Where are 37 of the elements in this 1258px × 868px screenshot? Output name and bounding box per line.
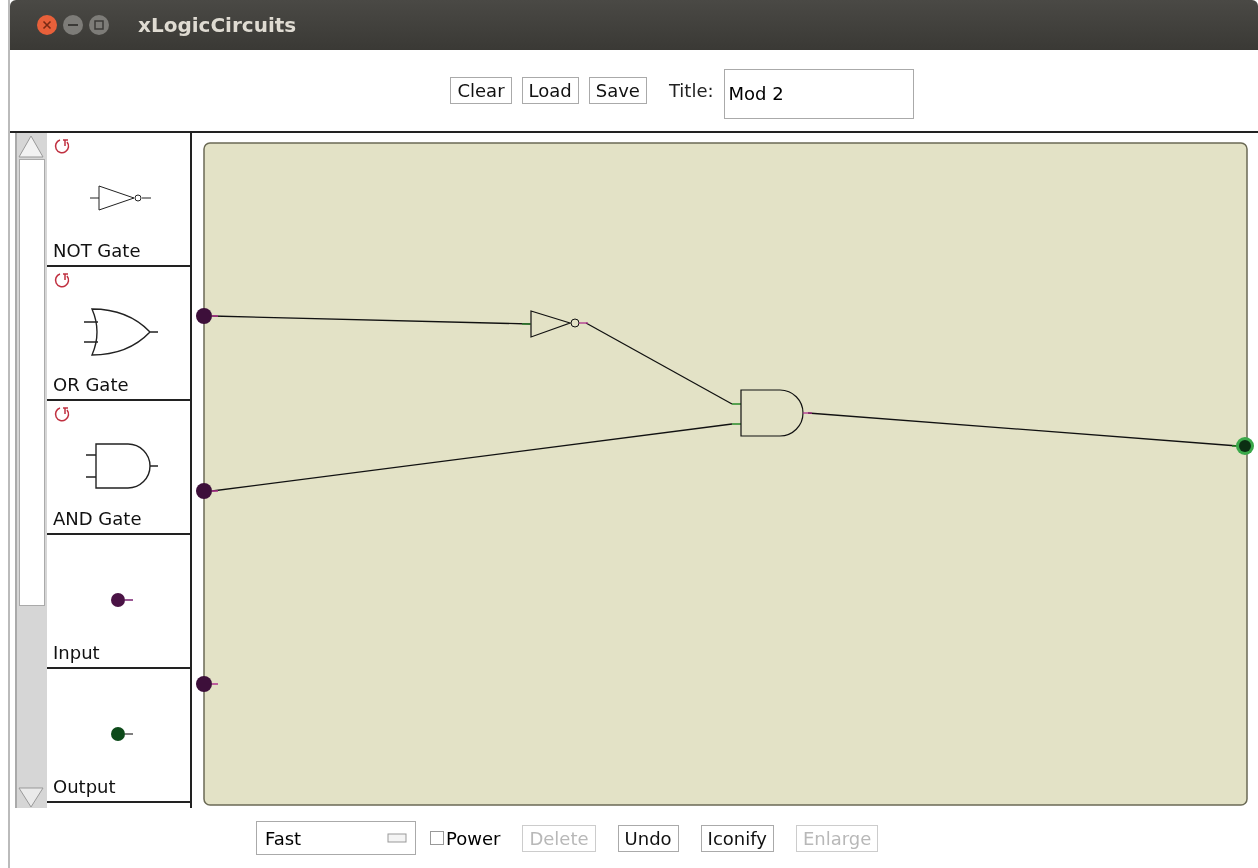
- rotate-icon[interactable]: [53, 137, 71, 155]
- input-node[interactable]: [196, 676, 219, 692]
- power-label: Power: [446, 827, 501, 849]
- title-label: Title:: [668, 80, 714, 101]
- toolbar-button[interactable]: Save: [588, 77, 647, 104]
- palette-label: Output: [53, 776, 117, 797]
- output-node[interactable]: [1231, 437, 1254, 455]
- toolbar-button[interactable]: Clear: [450, 77, 512, 104]
- palette-item[interactable]: NOT Gate: [47, 133, 190, 267]
- title-field[interactable]: Mod 2: [723, 68, 914, 119]
- rotate-icon[interactable]: [53, 271, 71, 289]
- rotate-icon[interactable]: [53, 405, 71, 423]
- palette-item[interactable]: Input: [47, 535, 190, 669]
- not-gate[interactable]: [521, 310, 589, 338]
- palette-label: AND Gate: [53, 508, 143, 529]
- palette-item[interactable]: Output: [47, 669, 190, 803]
- palette-item[interactable]: AND Gate: [47, 401, 190, 535]
- and-gate[interactable]: [731, 389, 813, 437]
- input-node[interactable]: [196, 308, 219, 324]
- palette-label: NOT Gate: [53, 240, 142, 261]
- speed-dropdown[interactable]: Fast: [256, 821, 416, 855]
- input-node[interactable]: [196, 483, 219, 499]
- action-button[interactable]: Undo: [617, 824, 679, 852]
- power-checkbox[interactable]: [430, 831, 444, 845]
- action-button[interactable]: Iconify: [700, 824, 774, 852]
- scrollbar[interactable]: [15, 133, 47, 808]
- palette-label: OR Gate: [53, 374, 130, 395]
- and-gate-icon: [83, 440, 160, 491]
- maximize-icon[interactable]: [88, 14, 110, 36]
- window-title: xLogicCircuits: [138, 13, 297, 37]
- scroll-thumb[interactable]: [19, 159, 45, 606]
- close-icon[interactable]: [36, 14, 58, 36]
- palette-item[interactable]: OR Gate: [47, 267, 190, 401]
- minimize-icon[interactable]: [62, 14, 84, 36]
- toolbar-button[interactable]: Load: [521, 77, 579, 104]
- palette-label: Input: [53, 642, 101, 663]
- dropdown-icon: [387, 833, 407, 843]
